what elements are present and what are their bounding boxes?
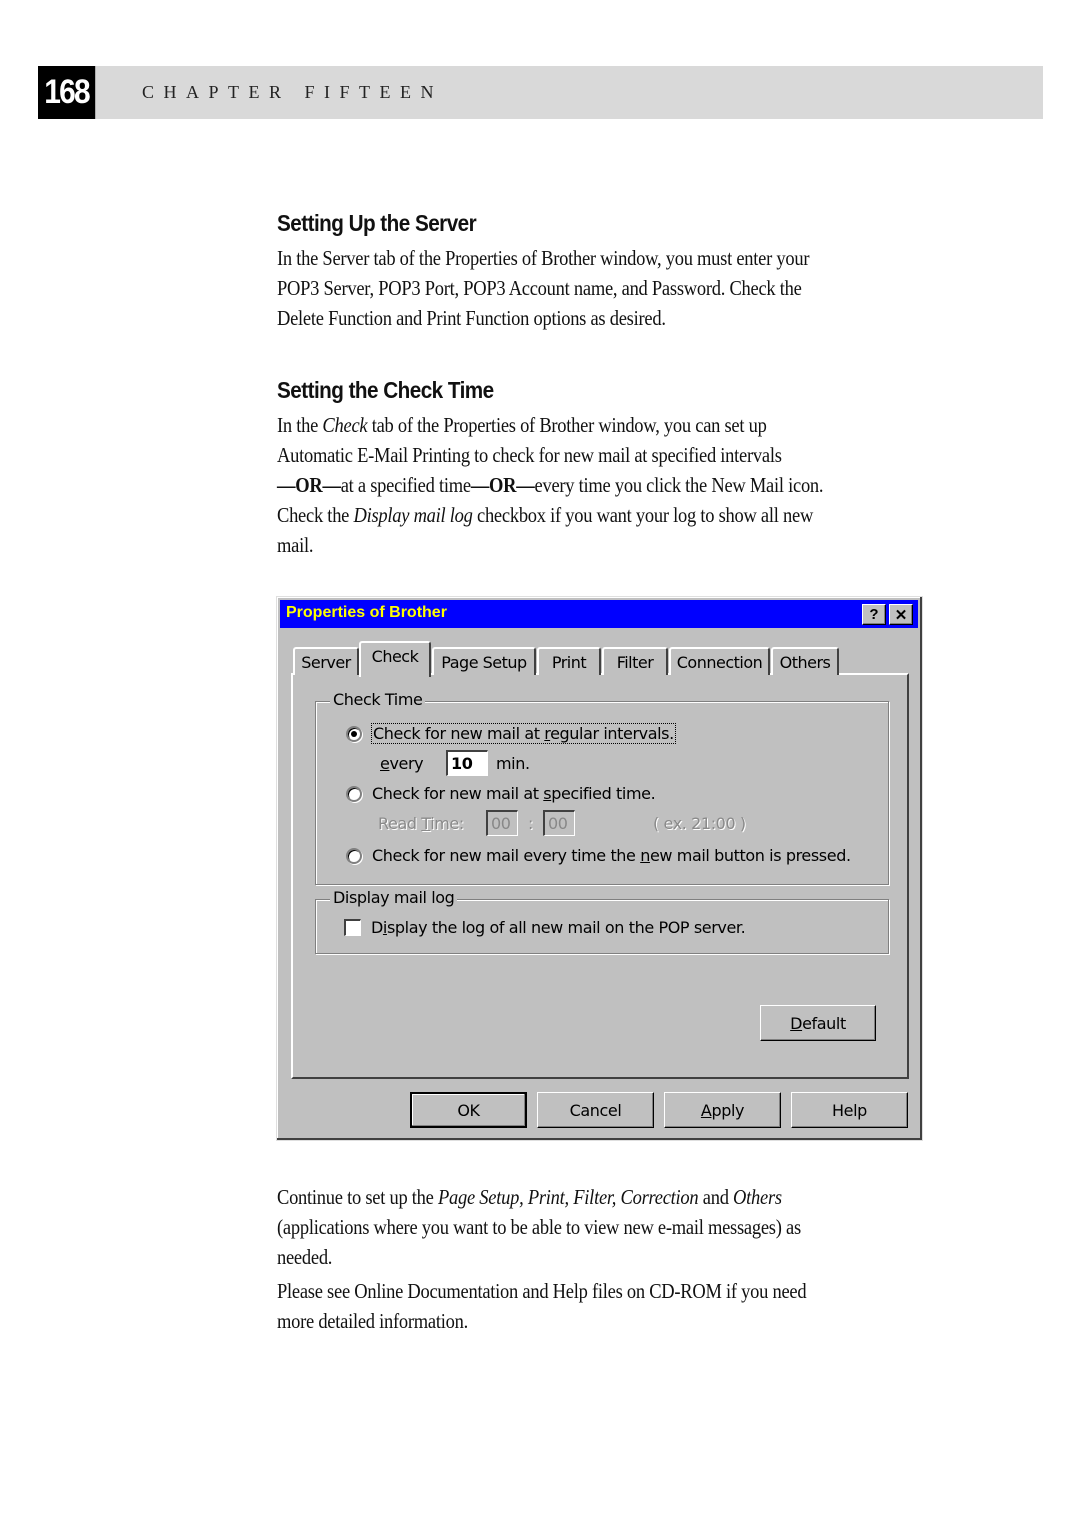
text: ew mail button is pressed. bbox=[649, 846, 851, 865]
emphasis-others: Others bbox=[733, 1185, 782, 1209]
dialog-titlebar[interactable]: Properties of Brother ? ✕ bbox=[280, 600, 918, 628]
check-time-group: Check Time Check for new mail at regular… bbox=[315, 690, 889, 885]
text: ime: bbox=[430, 813, 464, 833]
properties-dialog: Properties of Brother ? ✕ Check Time Che… bbox=[276, 596, 923, 1141]
help-icon[interactable]: ? bbox=[862, 604, 886, 625]
apply-button[interactable]: Apply bbox=[664, 1092, 781, 1128]
paragraph-line: —OR—at a specified time—OR—every time yo… bbox=[277, 470, 862, 500]
close-icon[interactable]: ✕ bbox=[889, 604, 913, 625]
paragraph-line: Please see Online Documentation and Help… bbox=[277, 1279, 807, 1303]
text: Check the bbox=[277, 503, 354, 527]
help-button[interactable]: Help bbox=[791, 1092, 908, 1128]
paragraph-line: Automatic E-Mail Printing to check for n… bbox=[277, 443, 782, 467]
radio-button[interactable] bbox=[346, 785, 362, 802]
text: very bbox=[389, 753, 424, 773]
display-log-checkbox[interactable] bbox=[344, 919, 361, 936]
default-button[interactable]: Default bbox=[760, 1005, 876, 1041]
time-example: ( ex. 21:00 ) bbox=[653, 813, 746, 833]
paragraph-line: In the Server tab of the Properties of B… bbox=[277, 246, 810, 270]
radio-label: Check for new mail at specified time. bbox=[372, 784, 656, 803]
section-paragraph: In the Check tab of the Properties of Br… bbox=[277, 410, 957, 560]
text: In the bbox=[277, 413, 323, 437]
paragraph-line: Continue to set up the Page Setup, Print… bbox=[277, 1182, 862, 1212]
cancel-button[interactable]: Cancel bbox=[537, 1092, 654, 1128]
check-tab-panel: Check Time Check for new mail at regular… bbox=[291, 673, 909, 1079]
interval-input[interactable]: 10 bbox=[446, 750, 488, 776]
text: Check for new mail every time the bbox=[372, 846, 641, 865]
paragraph-continue: Continue to set up the Page Setup, Print… bbox=[277, 1182, 957, 1272]
text: splay the log of all new mail on the POP… bbox=[386, 918, 746, 937]
text: D bbox=[371, 918, 383, 937]
tab-others[interactable]: Others bbox=[771, 647, 839, 675]
group-legend: Check Time bbox=[330, 690, 426, 709]
ok-button[interactable]: OK bbox=[410, 1092, 527, 1128]
tab-server[interactable]: Server bbox=[293, 647, 359, 675]
text: Check for new mail at bbox=[372, 784, 544, 803]
section-paragraph: In the Server tab of the Properties of B… bbox=[277, 243, 957, 333]
text: tab of the Properties of Brother window,… bbox=[367, 413, 767, 437]
tab-connection[interactable]: Connection bbox=[669, 647, 770, 675]
text: pecified time. bbox=[551, 784, 656, 803]
text: egular intervals. bbox=[550, 724, 674, 743]
minute-input[interactable]: 00 bbox=[543, 810, 575, 836]
chapter-title: CHAPTER FIFTEEN bbox=[142, 82, 444, 102]
section-setting-up-server: Setting Up the Server In the Server tab … bbox=[277, 210, 957, 333]
every-label: every bbox=[380, 754, 446, 773]
paragraph-line: mail. bbox=[277, 533, 314, 557]
accelerator: n bbox=[640, 846, 650, 865]
accelerator: T bbox=[421, 813, 431, 833]
accelerator: D bbox=[790, 1013, 803, 1033]
display-log-checkbox-row[interactable]: Display the log of all new mail on the P… bbox=[344, 918, 746, 937]
hour-input[interactable]: 00 bbox=[486, 810, 518, 836]
group-legend: Display mail log bbox=[330, 888, 458, 907]
text: efault bbox=[802, 1013, 846, 1033]
read-time-row: Read Time: 00 : 00 ( ex. 21:00 ) bbox=[378, 810, 746, 836]
emphasis-tab-names: Page Setup, Print, Filter, Correction bbox=[437, 1185, 699, 1209]
text: Read bbox=[378, 813, 422, 833]
paragraph-line: POP3 Server, POP3 Port, POP3 Account nam… bbox=[277, 276, 802, 300]
text: Check for new mail at bbox=[373, 724, 545, 743]
paragraph-line: needed. bbox=[277, 1245, 333, 1269]
checkbox-label: Display the log of all new mail on the P… bbox=[371, 918, 746, 937]
paragraph-line: Check the Display mail log checkbox if y… bbox=[277, 500, 862, 530]
radio-regular-intervals[interactable]: Check for new mail at regular intervals. bbox=[346, 723, 676, 744]
section-heading: Setting Up the Server bbox=[277, 210, 477, 236]
text: every time you click the New Mail icon. bbox=[534, 473, 824, 497]
paragraph-line: (applications where you want to be able … bbox=[277, 1215, 801, 1239]
paragraph-line: more detailed information. bbox=[277, 1309, 468, 1333]
section-heading: Setting the Check Time bbox=[277, 377, 494, 403]
tab-print[interactable]: Print bbox=[537, 647, 601, 675]
read-time-label: Read Time: bbox=[378, 814, 486, 833]
radio-button-selected[interactable] bbox=[346, 725, 362, 742]
text: Continue to set up the bbox=[277, 1185, 438, 1209]
accelerator: A bbox=[700, 1100, 712, 1120]
tab-page-setup[interactable]: Page Setup bbox=[432, 647, 536, 675]
radio-new-mail-button[interactable]: Check for new mail every time the new ma… bbox=[346, 846, 851, 865]
paragraph-line: In the Check tab of the Properties of Br… bbox=[277, 410, 862, 440]
or-separator: —OR— bbox=[277, 473, 341, 497]
interval-row: every 10 min. bbox=[380, 750, 530, 776]
text: and bbox=[698, 1185, 734, 1209]
emphasis-display-mail-log: Display mail log bbox=[353, 503, 473, 527]
time-colon: : bbox=[528, 813, 533, 833]
radio-button[interactable] bbox=[346, 847, 362, 864]
or-separator: —OR— bbox=[470, 473, 535, 497]
emphasis-check: Check bbox=[322, 413, 368, 437]
radio-label: Check for new mail every time the new ma… bbox=[372, 846, 851, 865]
min-label: min. bbox=[496, 753, 530, 773]
closing-paragraphs: Continue to set up the Page Setup, Print… bbox=[277, 1182, 957, 1336]
text: pply bbox=[711, 1100, 745, 1120]
dialog-title: Properties of Brother bbox=[286, 604, 447, 621]
radio-label: Check for new mail at regular intervals. bbox=[371, 723, 676, 744]
section-setting-check-time: Setting the Check Time In the Check tab … bbox=[277, 377, 957, 560]
text: checkbox if you want your log to show al… bbox=[472, 503, 814, 527]
page-number: 168 bbox=[38, 66, 96, 119]
display-mail-log-group: Display mail log Display the log of all … bbox=[315, 888, 889, 954]
paragraph-line: Delete Function and Print Function optio… bbox=[277, 306, 666, 330]
text: at a specified time bbox=[340, 473, 471, 497]
radio-specified-time[interactable]: Check for new mail at specified time. bbox=[346, 784, 656, 803]
paragraph-online-docs: Please see Online Documentation and Help… bbox=[277, 1276, 957, 1336]
tab-check[interactable]: Check bbox=[359, 641, 431, 677]
tab-filter[interactable]: Filter bbox=[602, 647, 668, 675]
